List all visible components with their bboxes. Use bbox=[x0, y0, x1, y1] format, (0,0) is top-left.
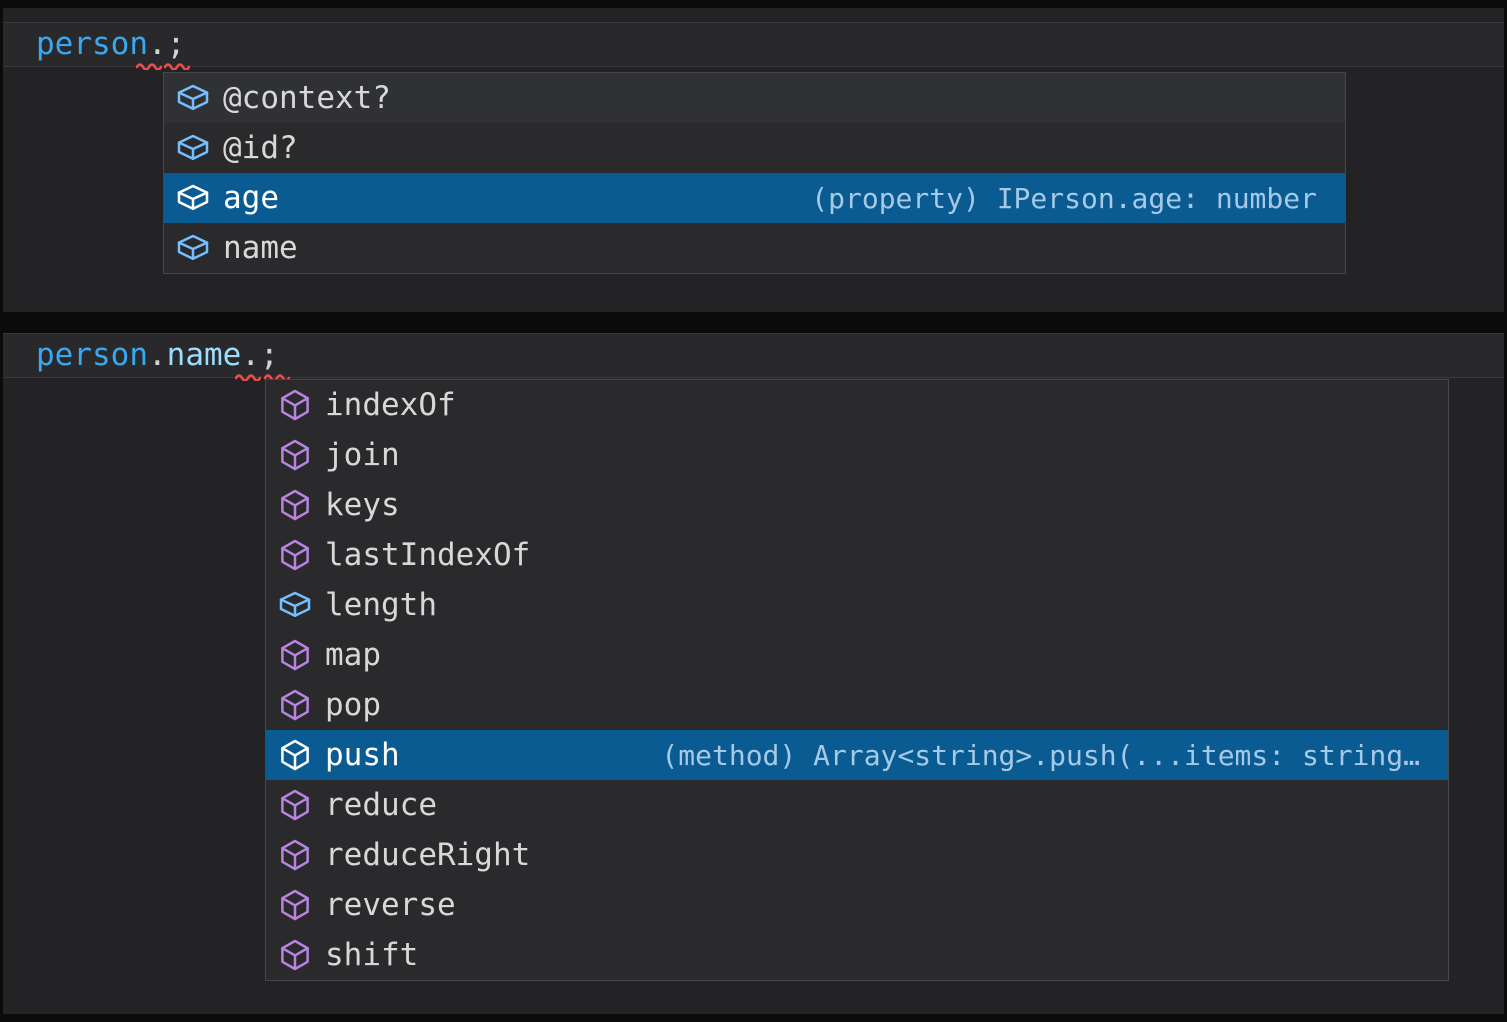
error-squiggle bbox=[235, 372, 261, 381]
suggest-item-detail: (property) IPerson.age: number bbox=[811, 182, 1317, 215]
token-variable-person: person bbox=[36, 337, 148, 373]
suggest-item-reduceright[interactable]: reduceRight bbox=[266, 830, 1448, 880]
symbol-field-icon bbox=[176, 131, 210, 165]
symbol-method-icon bbox=[278, 888, 312, 922]
symbol-field-icon bbox=[278, 588, 312, 622]
token-dot: . bbox=[148, 26, 167, 62]
symbol-method-icon bbox=[278, 388, 312, 422]
token-semicolon: ; bbox=[167, 26, 186, 62]
suggest-item-lastindexof[interactable]: lastIndexOf bbox=[266, 530, 1448, 580]
token-semicolon: ; bbox=[260, 337, 279, 373]
suggest-item-pop[interactable]: pop bbox=[266, 680, 1448, 730]
symbol-method-icon bbox=[278, 438, 312, 472]
suggest-item-label: lastIndexOf bbox=[325, 537, 530, 573]
suggest-item-label: shift bbox=[325, 937, 418, 973]
error-squiggle bbox=[164, 61, 190, 70]
suggest-item-shift[interactable]: shift bbox=[266, 930, 1448, 980]
suggest-item-indexof[interactable]: indexOf bbox=[266, 380, 1448, 430]
suggest-item-reduce[interactable]: reduce bbox=[266, 780, 1448, 830]
suggest-item-keys[interactable]: keys bbox=[266, 480, 1448, 530]
suggest-widget-name: indexOf join keys lastIndexOf length map… bbox=[265, 379, 1449, 981]
suggest-item-id[interactable]: @id? bbox=[164, 123, 1345, 173]
token-property-name: name bbox=[167, 337, 242, 373]
suggest-item-label: reduce bbox=[325, 787, 437, 823]
suggest-item-label: map bbox=[325, 637, 381, 673]
suggest-item-label: indexOf bbox=[325, 387, 456, 423]
suggest-item-label: keys bbox=[325, 487, 400, 523]
suggest-item-label: age bbox=[223, 180, 279, 216]
suggest-item-length[interactable]: length bbox=[266, 580, 1448, 630]
current-line-highlight bbox=[3, 22, 1504, 67]
token-dot: . bbox=[148, 337, 167, 373]
suggest-widget-person: @context? @id? age (property) IPerson.ag… bbox=[163, 72, 1346, 274]
symbol-method-icon bbox=[278, 638, 312, 672]
suggest-item-label: pop bbox=[325, 687, 381, 723]
symbol-field-icon bbox=[176, 181, 210, 215]
suggest-item-label: length bbox=[325, 587, 437, 623]
symbol-method-icon bbox=[278, 738, 312, 772]
suggest-item-label: push bbox=[325, 737, 400, 773]
symbol-method-icon bbox=[278, 488, 312, 522]
suggest-item-label: name bbox=[223, 230, 298, 266]
token-variable-person: person bbox=[36, 26, 148, 62]
error-squiggle bbox=[136, 61, 162, 70]
suggest-item-reverse[interactable]: reverse bbox=[266, 880, 1448, 930]
suggest-item-context[interactable]: @context? bbox=[164, 73, 1345, 123]
screenshot-root: person.; @context? @id? age (property) I… bbox=[0, 0, 1507, 1022]
suggest-item-detail: (method) Array<string>.push(...items: st… bbox=[661, 739, 1420, 772]
code-line-1[interactable]: person.; bbox=[36, 22, 185, 67]
suggest-item-name[interactable]: name bbox=[164, 223, 1345, 273]
symbol-method-icon bbox=[278, 838, 312, 872]
suggest-item-map[interactable]: map bbox=[266, 630, 1448, 680]
symbol-method-icon bbox=[278, 688, 312, 722]
suggest-item-join[interactable]: join bbox=[266, 430, 1448, 480]
symbol-method-icon bbox=[278, 538, 312, 572]
symbol-field-icon bbox=[176, 81, 210, 115]
symbol-field-icon bbox=[176, 231, 210, 265]
token-dot: . bbox=[241, 337, 260, 373]
symbol-method-icon bbox=[278, 938, 312, 972]
suggest-item-label: reverse bbox=[325, 887, 456, 923]
suggest-item-label: reduceRight bbox=[325, 837, 530, 873]
suggest-item-age[interactable]: age (property) IPerson.age: number bbox=[164, 173, 1345, 223]
symbol-method-icon bbox=[278, 788, 312, 822]
suggest-item-push[interactable]: push (method) Array<string>.push(...item… bbox=[266, 730, 1448, 780]
suggest-item-label: @id? bbox=[223, 130, 298, 166]
suggest-item-label: join bbox=[325, 437, 400, 473]
suggest-item-label: @context? bbox=[223, 80, 391, 116]
